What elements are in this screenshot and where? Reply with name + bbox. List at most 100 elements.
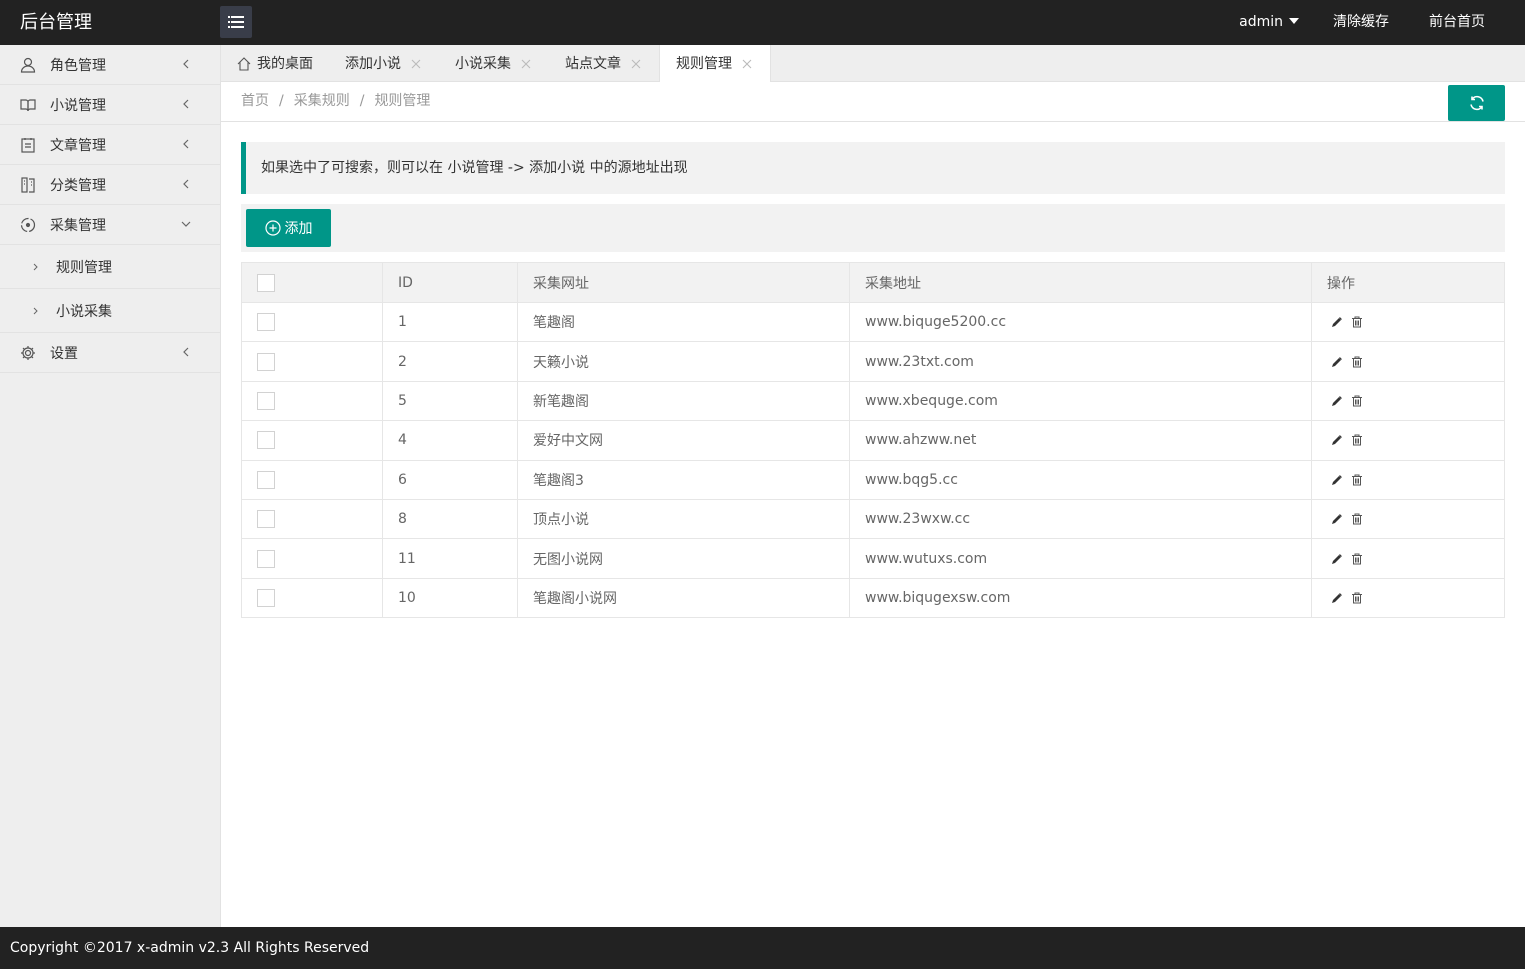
header-url: 采集地址 <box>849 262 1312 303</box>
cell-id: 1 <box>382 301 518 343</box>
cell-url: www.ahzww.net <box>849 420 1312 461</box>
sidebar-item-novel[interactable]: 小说管理 <box>0 85 220 125</box>
cell-site: 笔趣阁小说网 <box>517 577 850 619</box>
cell-site: 顶点小说 <box>517 498 850 540</box>
chevron-left-icon <box>183 347 189 357</box>
row-actions <box>1327 511 1489 527</box>
cell-id: 5 <box>382 380 518 422</box>
cell-url: www.biquge5200.cc <box>849 301 1312 343</box>
breadcrumb: 首页 / 采集规则 / 规则管理 <box>241 82 430 120</box>
trash-icon[interactable] <box>1347 590 1367 606</box>
rules-table: ID 采集网址 采集地址 操作 1 笔趣阁 www.biquge5200.cc 2 天籁… <box>241 262 1505 619</box>
app-logo[interactable]: 后台管理 <box>20 0 92 45</box>
refresh-button[interactable] <box>1448 85 1505 121</box>
edit-icon[interactable] <box>1327 590 1347 606</box>
trash-icon[interactable] <box>1347 472 1367 488</box>
edit-icon[interactable] <box>1327 472 1347 488</box>
tab-novel-collect[interactable]: 小说采集 <box>439 45 549 82</box>
add-button[interactable]: 添加 <box>246 209 331 247</box>
sidebar-item-settings[interactable]: 设置 <box>0 333 220 373</box>
close-icon[interactable] <box>411 58 423 70</box>
table-row: 10 笔趣阁小说网 www.biqugexsw.com <box>241 577 1505 619</box>
row-checkbox[interactable] <box>257 391 275 410</box>
trash-icon[interactable] <box>1347 354 1367 370</box>
trash-icon[interactable] <box>1347 511 1367 527</box>
tab-site-articles[interactable]: 站点文章 <box>549 45 659 82</box>
document-icon <box>20 137 36 153</box>
row-actions <box>1327 472 1489 488</box>
cell-url: www.biqugexsw.com <box>849 577 1312 619</box>
user-name: admin <box>1239 14 1283 30</box>
row-checkbox[interactable] <box>257 510 275 529</box>
breadcrumb-bar: 首页 / 采集规则 / 规则管理 <box>221 82 1525 122</box>
row-actions <box>1327 590 1489 606</box>
cell-url: www.23wxw.cc <box>849 498 1312 540</box>
table-row: 8 顶点小说 www.23wxw.cc <box>241 498 1505 540</box>
sidebar-item-collect[interactable]: 采集管理 <box>0 205 220 245</box>
sidebar-subitem-novel-collect[interactable]: 小说采集 <box>0 289 220 333</box>
close-icon[interactable] <box>521 58 533 70</box>
sidebar-item-category[interactable]: 分类管理 <box>0 165 220 205</box>
header-site: 采集网址 <box>517 262 850 303</box>
breadcrumb-collect-rules[interactable]: 采集规则 <box>294 82 350 120</box>
close-icon[interactable] <box>631 58 643 70</box>
menu-toggle-button[interactable] <box>220 6 252 38</box>
edit-icon[interactable] <box>1327 551 1347 567</box>
table-row: 5 新笔趣阁 www.xbequge.com <box>241 380 1505 422</box>
book-icon <box>20 97 36 113</box>
edit-icon[interactable] <box>1327 314 1347 330</box>
trash-icon[interactable] <box>1347 314 1367 330</box>
chevron-right-icon <box>33 307 38 314</box>
clear-cache-link[interactable]: 清除缓存 <box>1313 0 1409 45</box>
breadcrumb-separator: / <box>279 93 284 109</box>
row-checkbox[interactable] <box>257 588 275 607</box>
edit-icon[interactable] <box>1327 393 1347 409</box>
trash-icon[interactable] <box>1347 551 1367 567</box>
gear-icon <box>20 345 36 361</box>
user-icon <box>20 57 36 73</box>
top-header: 后台管理 admin 清除缓存 前台首页 <box>0 0 1525 45</box>
chevron-left-icon <box>183 179 189 189</box>
tab-rules-active[interactable]: 规则管理 <box>659 45 771 82</box>
sidebar-item-article[interactable]: 文章管理 <box>0 125 220 165</box>
trash-icon[interactable] <box>1347 393 1367 409</box>
tab-add-novel[interactable]: 添加小说 <box>329 45 439 82</box>
table-row: 1 笔趣阁 www.biquge5200.cc <box>241 301 1505 343</box>
plus-circle-icon <box>264 220 281 236</box>
chevron-left-icon <box>183 59 189 69</box>
trash-icon[interactable] <box>1347 432 1367 448</box>
tab-bar: 我的桌面 添加小说 小说采集 站点文章 规则管理 <box>221 45 1525 82</box>
category-icon <box>20 176 36 193</box>
select-all-checkbox[interactable] <box>257 273 275 292</box>
close-icon[interactable] <box>742 58 754 70</box>
hamburger-icon <box>228 16 244 28</box>
home-icon <box>237 56 251 71</box>
front-home-link[interactable]: 前台首页 <box>1409 0 1525 45</box>
row-checkbox[interactable] <box>257 549 275 568</box>
cell-id: 4 <box>382 420 518 461</box>
cell-id: 11 <box>382 538 518 579</box>
row-checkbox[interactable] <box>257 313 275 332</box>
cell-site: 新笔趣阁 <box>517 380 850 422</box>
breadcrumb-home[interactable]: 首页 <box>241 82 269 120</box>
sidebar-item-role[interactable]: 角色管理 <box>0 45 220 85</box>
header-nav: admin 清除缓存 前台首页 <box>1219 0 1525 45</box>
row-checkbox[interactable] <box>257 352 275 371</box>
tab-desktop[interactable]: 我的桌面 <box>221 45 329 82</box>
table-row: 2 天籁小说 www.23txt.com <box>241 341 1505 382</box>
user-menu[interactable]: admin <box>1219 0 1313 45</box>
row-checkbox[interactable] <box>257 431 275 450</box>
cell-url: www.bqg5.cc <box>849 459 1312 500</box>
edit-icon[interactable] <box>1327 432 1347 448</box>
cell-url: www.wutuxs.com <box>849 538 1312 579</box>
row-actions <box>1327 314 1489 330</box>
cell-url: www.xbequge.com <box>849 380 1312 422</box>
cell-id: 6 <box>382 459 518 500</box>
edit-icon[interactable] <box>1327 511 1347 527</box>
sidebar-subitem-rules[interactable]: 规则管理 <box>0 245 220 289</box>
table-row: 4 爱好中文网 www.ahzww.net <box>241 420 1505 461</box>
table-row: 11 无图小说网 www.wutuxs.com <box>241 538 1505 579</box>
row-checkbox[interactable] <box>257 470 275 489</box>
toolbar: 添加 <box>241 204 1505 252</box>
edit-icon[interactable] <box>1327 354 1347 370</box>
